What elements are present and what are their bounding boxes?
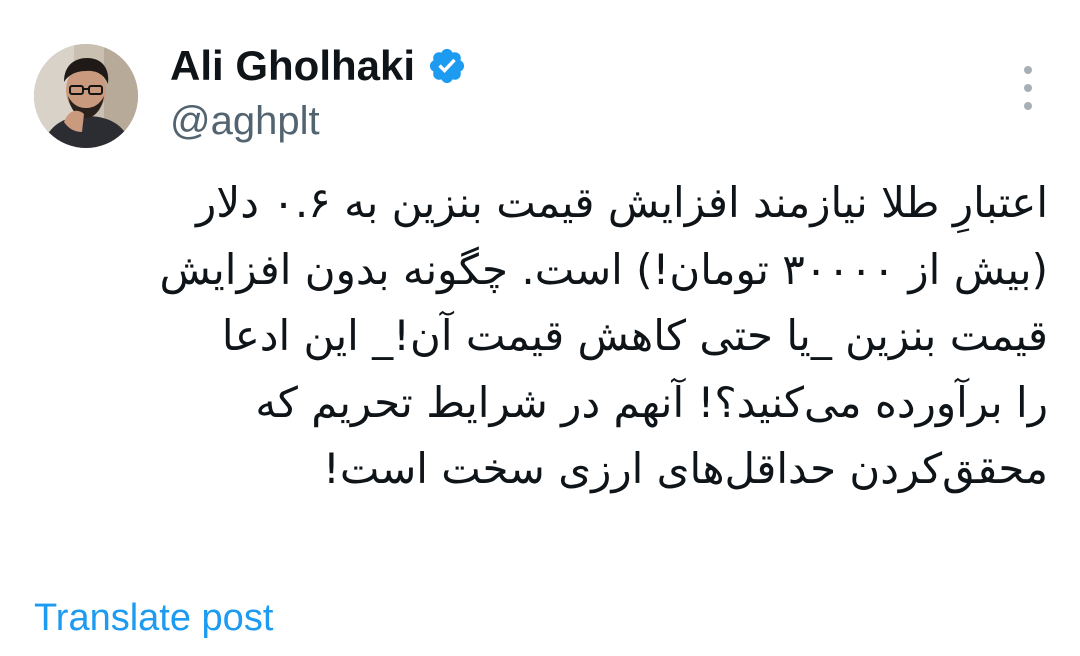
- author-name-row[interactable]: Ali Gholhaki: [170, 38, 467, 94]
- post-text-line: (بیش از ۳۰۰۰۰ تومان!) است. چگونه بدون اف…: [159, 244, 1048, 294]
- post-text: اعتبارِ طلا نیازمند افزایش قیمت بنزین به…: [20, 170, 1048, 503]
- more-options-icon[interactable]: [1014, 66, 1042, 110]
- post-text-line: را برآورده می‌کنید؟! آنهم در شرایط تحریم…: [255, 377, 1048, 427]
- post-text-line: اعتبارِ طلا نیازمند افزایش قیمت بنزین به…: [195, 178, 1048, 227]
- more-dot: [1024, 84, 1032, 92]
- more-dot: [1024, 102, 1032, 110]
- post-text-line: محقق‌کردن حداقل‌های ارزی سخت است!: [323, 444, 1048, 493]
- profile-photo: [34, 44, 138, 148]
- translate-post-link[interactable]: Translate post: [34, 592, 273, 644]
- author-display-name[interactable]: Ali Gholhaki: [170, 38, 415, 94]
- avatar[interactable]: [34, 44, 138, 148]
- author-handle[interactable]: @aghplt: [170, 94, 320, 148]
- more-dot: [1024, 66, 1032, 74]
- post-text-line: قیمت بنزین _یا حتی کاهش قیمت آن!_ این اد…: [221, 311, 1048, 360]
- verified-badge-icon: [429, 48, 465, 84]
